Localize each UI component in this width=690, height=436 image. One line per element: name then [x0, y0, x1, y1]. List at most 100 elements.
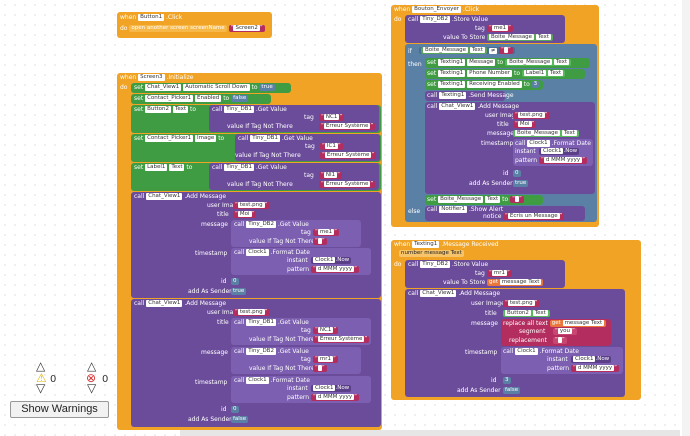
id-number-block[interactable]: 0 [231, 278, 239, 285]
property-dropdown[interactable]: Text [548, 70, 564, 76]
clock-now-block[interactable]: Clock1 .Now [539, 148, 580, 155]
component-dropdown[interactable]: Button2 [145, 106, 172, 113]
add-as-sender-boolean[interactable]: true [231, 288, 247, 295]
replace-all-text-block[interactable]: replace all text get message Text segmen… [501, 319, 611, 346]
property-dropdown[interactable]: Text [469, 47, 485, 53]
compare-texts-block[interactable]: Boite_Message Text ≠ “” [419, 47, 515, 54]
texting-send-message-block[interactable]: call Texting1 .Send Message [425, 91, 514, 101]
empty-text-block[interactable]: “” [510, 196, 524, 203]
user-image-value[interactable]: test.png [517, 112, 545, 118]
default-value[interactable] [317, 238, 322, 244]
notice-value[interactable]: Ecris un Message [507, 213, 560, 219]
component-dropdown[interactable]: Clock1 [246, 249, 269, 256]
component-dropdown[interactable]: Boite_Message [423, 47, 469, 53]
notifier-show-alert-block[interactable]: call Notifier1 .Show Alert notice “Ecris… [425, 206, 585, 221]
replacement-value[interactable] [557, 337, 562, 343]
tag-text-block[interactable]: “me1” [487, 25, 513, 32]
segment-text-block[interactable]: “you” [553, 328, 577, 335]
component-dropdown[interactable]: Chat_View1 [146, 193, 183, 200]
component-dropdown[interactable]: Tiny_DB1 [250, 135, 280, 142]
component-dropdown[interactable]: Tiny_DB2 [420, 16, 450, 23]
title-value[interactable]: Moi [517, 121, 532, 127]
clock-format-date-block[interactable]: call Clock1 .Format Date instant Clock1.… [231, 248, 371, 275]
component-dropdown[interactable]: Label1 [523, 70, 547, 76]
boite-message-text-getter[interactable]: Boite_Message Text [513, 130, 579, 137]
clock-now-block[interactable]: Clock1 .Now [311, 257, 352, 264]
id-number-block[interactable]: 0 [231, 406, 239, 413]
id-number-block[interactable]: 0 [513, 170, 521, 177]
default-text-block[interactable]: “Erreur Système” [313, 336, 370, 343]
component-dropdown[interactable]: Tiny_DB2 [246, 221, 276, 228]
component-dropdown[interactable]: Tiny_DB1 [246, 319, 276, 326]
set-contact-picker-image-block[interactable]: set Contact_Picker1 Image to call Tiny_D… [131, 134, 381, 162]
component-dropdown[interactable]: Boite_Message [515, 130, 561, 136]
blocks-workspace[interactable]: when Button1 .Click do open another scre… [0, 0, 690, 436]
boite-message-text-getter[interactable]: Boite_Message Text [421, 47, 487, 54]
texting-message-received-event-block[interactable]: when Texting1 .Message Received number m… [391, 240, 641, 400]
component-dropdown[interactable]: Chat_View1 [146, 300, 183, 307]
user-image-text-block[interactable]: “test.png” [233, 309, 270, 316]
set-contact-picker-enabled-block[interactable]: set Contact_Picker1 Enabled to false [131, 94, 271, 104]
user-image-text-block[interactable]: “test.png” [513, 112, 550, 119]
component-dropdown[interactable]: Texting1 [438, 81, 466, 88]
user-image-value[interactable]: test.png [237, 202, 265, 208]
if-then-else-block[interactable]: if Boite_Message Text ≠ “” then set Text… [405, 44, 597, 222]
add-as-sender-boolean[interactable]: false [503, 387, 521, 394]
component-dropdown[interactable]: Chat_View1 [145, 84, 182, 91]
clock-dropdown[interactable]: Clock1 [313, 385, 336, 391]
title-value[interactable]: Moi [237, 211, 252, 217]
screen-name-text-block[interactable]: “Screen2” [228, 25, 265, 32]
clock-dropdown[interactable]: Clock1 [313, 257, 336, 263]
clock-now-block[interactable]: Clock1 .Now [311, 385, 352, 392]
event-parameters[interactable]: number message Text [399, 250, 464, 257]
pattern-text-block[interactable]: “d MMM yyyy” [539, 157, 587, 164]
tinydb-get-value-block[interactable]: call Tiny_DB1 .Get Value tag “NI1” value… [209, 163, 379, 190]
variable-dropdown[interactable]: message Text [562, 320, 605, 326]
chat-view-add-message-block[interactable]: call Chat_View1 .Add Message user Image … [405, 289, 625, 397]
tinydb2-store-value-block[interactable]: call Tiny_DB2 .Store Value tag “mr1” val… [405, 260, 565, 288]
component-dropdown[interactable]: Clock1 [246, 377, 269, 384]
chat-view-add-message-block[interactable]: call Chat_View1 .Add Message user Image … [425, 102, 595, 194]
boite-message-text-getter[interactable]: Boite_Message Text [487, 34, 553, 41]
default-value[interactable]: Erreur Système [323, 181, 371, 187]
boolean-block[interactable]: false [231, 95, 249, 102]
bouton-envoyer-click-event-block[interactable]: when Bouton_Envoyer .Click do call Tiny_… [391, 5, 599, 227]
user-image-text-block[interactable]: “test.png” [233, 202, 270, 209]
tinydb2-store-value-block[interactable]: call Tiny_DB2 .Store Value tag “me1” val… [405, 15, 565, 43]
tag-value[interactable]: me1 [317, 229, 335, 235]
horizontal-scrollbar[interactable] [180, 430, 680, 436]
property-dropdown[interactable]: Message [467, 59, 496, 66]
pattern-value[interactable]: d MMM yyyy [575, 365, 615, 371]
tag-text-block[interactable]: “mr1” [313, 356, 338, 363]
segment-value[interactable]: you [557, 328, 572, 334]
tag-value[interactable]: me1 [491, 25, 509, 31]
tag-value[interactable]: mr1 [317, 356, 333, 362]
vertical-scrollbar[interactable] [682, 0, 690, 436]
get-variable-block[interactable]: get message Text [487, 279, 544, 286]
clock-format-date-block[interactable]: call Clock1 .Format Date instant Clock1.… [501, 347, 623, 374]
tag-text-block[interactable]: “mr1” [487, 270, 512, 277]
property-dropdown[interactable]: Text [169, 164, 185, 171]
empty-text-block[interactable]: “” [499, 47, 513, 54]
set-texting-receiving-enabled-block[interactable]: set Texting1 Receiving Enabled to 3 [425, 80, 543, 90]
component-dropdown[interactable]: Tiny_DB1 [224, 106, 254, 113]
property-dropdown[interactable]: Enabled [195, 95, 222, 102]
empty-text-value[interactable] [503, 47, 508, 53]
title-text-block[interactable]: “Moi” [513, 121, 537, 128]
tinydb-get-value-block[interactable]: call Tiny_DB1 .Get Value tag “NC1” value… [209, 105, 379, 132]
notice-text-block[interactable]: “Ecris un Message” [503, 213, 565, 220]
button1-click-event-block[interactable]: when Button1 .Click do open another scre… [117, 12, 272, 38]
chat-view-add-message-block-1[interactable]: call Chat_View1 .Add Message user Image … [131, 192, 381, 298]
property-dropdown[interactable]: Text [561, 130, 577, 136]
clock-dropdown[interactable]: Clock1 [573, 356, 596, 362]
component-dropdown[interactable]: Clock1 [527, 140, 550, 147]
component-dropdown[interactable]: Notifier1 [439, 206, 468, 213]
pattern-text-block[interactable]: “d MMM yyyy” [311, 266, 359, 273]
tinydb2-get-value-block[interactable]: call Tiny_DB2 .Get Value tag “me1” value… [231, 220, 361, 247]
component-dropdown[interactable]: Label1 [145, 164, 168, 171]
set-boite-message-text-block[interactable]: set Boite_Message Text to “” [425, 195, 543, 205]
user-image-value[interactable]: test.png [237, 309, 265, 315]
button1-component-dropdown[interactable]: Button1 [138, 14, 165, 21]
tag-text-block[interactable]: “IC1” [320, 143, 343, 150]
component-dropdown[interactable]: Contact_Picker1 [145, 95, 194, 102]
